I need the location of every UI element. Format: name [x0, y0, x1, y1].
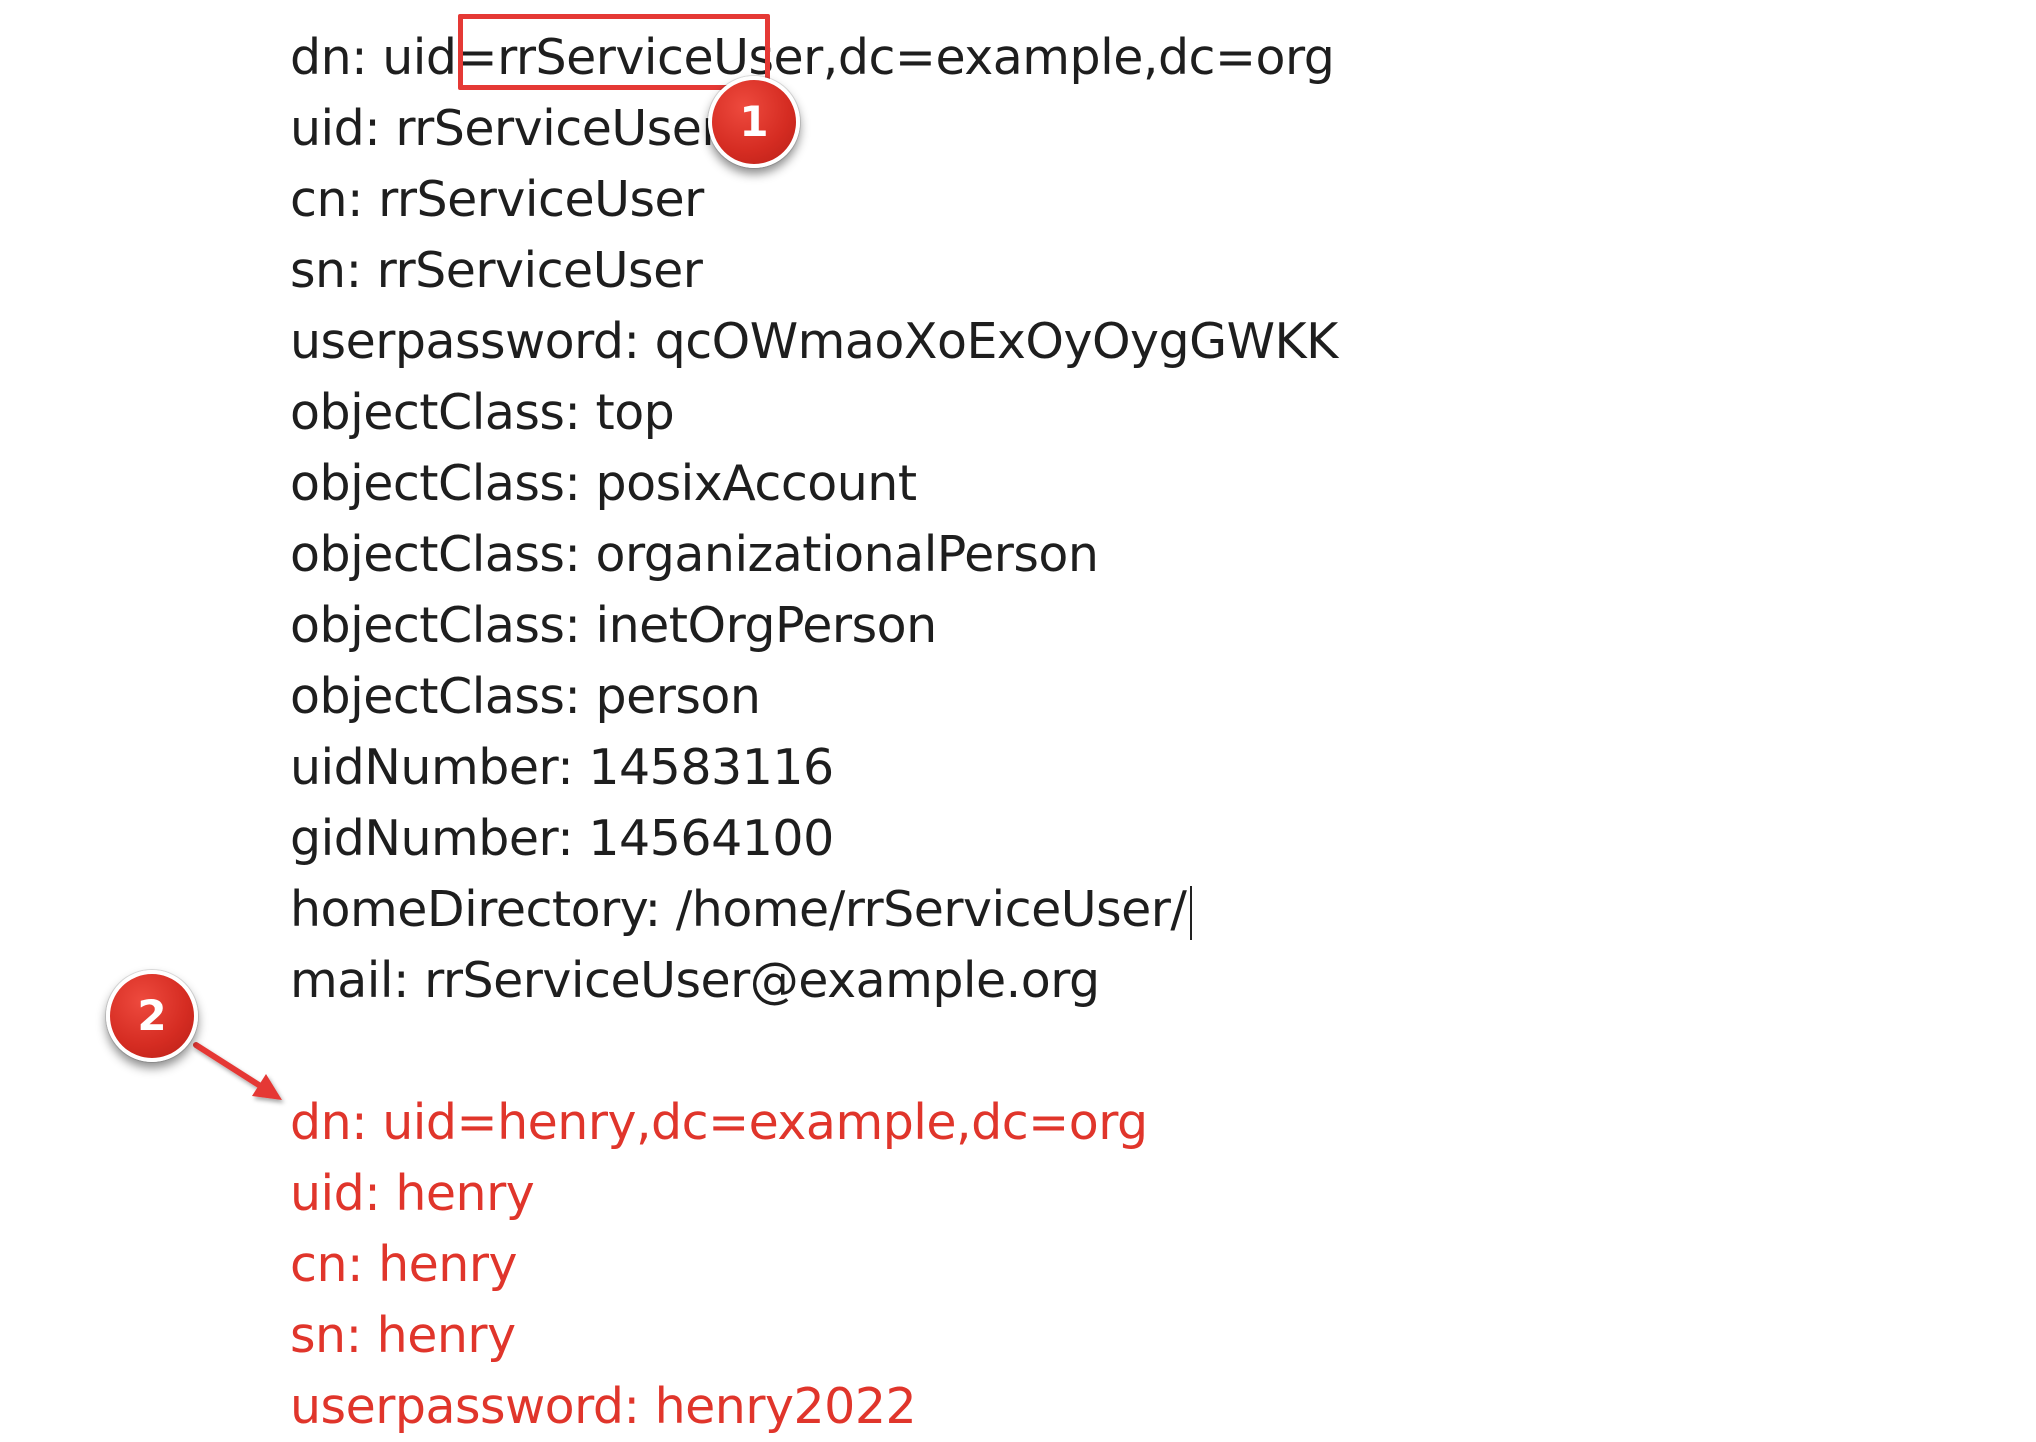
ldif-line-dn: dn: uid=henry,dc=example,dc=org	[290, 1087, 1148, 1158]
ldif-line-sn: sn: henry	[290, 1300, 1148, 1371]
gidnumber-text: gidNumber: 14564100	[290, 810, 834, 867]
sn-text: sn: henry	[290, 1307, 516, 1364]
objectclass-text: objectClass: organizationalPerson	[290, 526, 1099, 583]
ldif-line-objectclass-person: objectClass: person	[290, 661, 1338, 732]
ldif-line-uidnumber: uidNumber: 14583116	[290, 732, 1338, 803]
objectclass-text: objectClass: inetOrgPerson	[290, 597, 937, 654]
userpassword-text: userpassword: henry2022	[290, 1378, 917, 1435]
text-cursor	[1190, 885, 1193, 940]
objectclass-text: objectClass: posixAccount	[290, 455, 917, 512]
uid-text: uid: henry	[290, 1165, 535, 1222]
callout-number: 1	[739, 97, 769, 146]
ldif-line-homedirectory: homeDirectory: /home/rrServiceUser/	[290, 874, 1338, 945]
homedirectory-text: homeDirectory: /home/rrServiceUser/	[290, 881, 1187, 938]
callout-badge-1: 1	[708, 76, 800, 168]
existing-ldif-entry: dn: uid=rrServiceUser,dc=example,dc=org …	[290, 22, 1338, 1016]
uid-highlight-box	[458, 14, 770, 90]
ldif-line-objectclass-inetorgperson: objectClass: inetOrgPerson	[290, 590, 1338, 661]
ldif-line-mail: mail: rrServiceUser@example.org	[290, 945, 1338, 1016]
dn-text: dn: uid=rrServiceUser,dc=example,dc=org	[290, 29, 1335, 86]
ldif-line-cn: cn: henry	[290, 1229, 1148, 1300]
ldif-line-objectclass-posixaccount: objectClass: posixAccount	[290, 448, 1338, 519]
callout-badge-2: 2	[106, 970, 198, 1062]
ldif-line-uid: uid: henry	[290, 1158, 1148, 1229]
uidnumber-text: uidNumber: 14583116	[290, 739, 834, 796]
mail-text: mail: rrServiceUser@example.org	[290, 952, 1100, 1009]
new-ldif-entry: dn: uid=henry,dc=example,dc=org uid: hen…	[290, 1087, 1148, 1442]
dn-text: dn: uid=henry,dc=example,dc=org	[290, 1094, 1148, 1151]
ldif-line-objectclass-top: objectClass: top	[290, 377, 1338, 448]
objectclass-text: objectClass: top	[290, 384, 675, 441]
ldif-line-sn: sn: rrServiceUser	[290, 235, 1338, 306]
ldif-line-userpassword: userpassword: qcOWmaoXoExOyOygGWKK	[290, 306, 1338, 377]
ldif-line-userpassword: userpassword: henry2022	[290, 1371, 1148, 1442]
ldif-line-objectclass-organizationalperson: objectClass: organizationalPerson	[290, 519, 1338, 590]
objectclass-text: objectClass: person	[290, 668, 761, 725]
uid-text: uid: rrServiceUser	[290, 100, 722, 157]
ldif-line-cn: cn: rrServiceUser	[290, 164, 1338, 235]
cn-text: cn: henry	[290, 1236, 517, 1293]
callout-number: 2	[137, 991, 167, 1040]
ldif-line-gidnumber: gidNumber: 14564100	[290, 803, 1338, 874]
ldif-line-dn: dn: uid=rrServiceUser,dc=example,dc=org	[290, 22, 1338, 93]
ldif-line-uid: uid: rrServiceUser	[290, 93, 1338, 164]
cn-text: cn: rrServiceUser	[290, 171, 704, 228]
sn-text: sn: rrServiceUser	[290, 242, 703, 299]
userpassword-text: userpassword: qcOWmaoXoExOyOygGWKK	[290, 313, 1338, 370]
